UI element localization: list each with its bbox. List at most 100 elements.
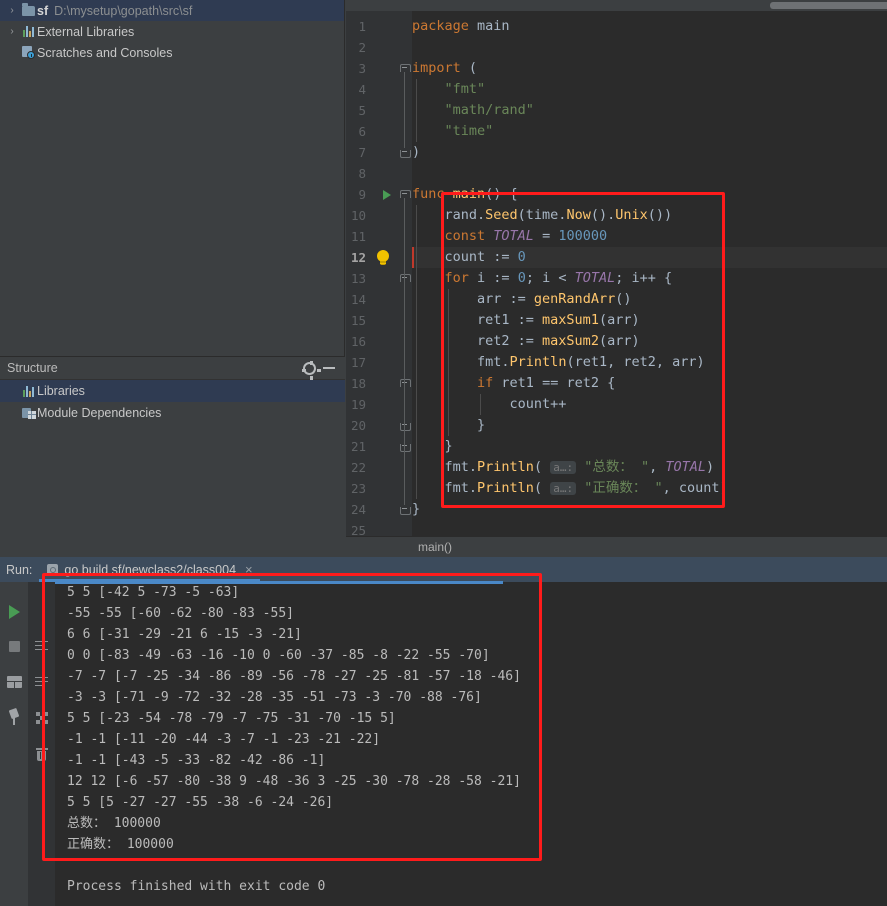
- code-line[interactable]: func main() {: [412, 184, 887, 205]
- fold-toggle-icon[interactable]: [399, 373, 411, 394]
- console-line: -7 -7 [-7 -25 -34 -86 -89 -56 -78 -27 -2…: [67, 669, 521, 684]
- fold-toggle-icon[interactable]: [399, 415, 411, 436]
- line-number: 13: [350, 271, 366, 286]
- expand-arrow-icon[interactable]: ›: [4, 21, 20, 42]
- code-token: fmt.: [412, 480, 478, 496]
- console-scroll-indicator[interactable]: [55, 581, 503, 584]
- project-item-name: Scratches and Consoles: [37, 45, 173, 60]
- project-tree-item-external-libraries[interactable]: › External Libraries: [0, 21, 344, 42]
- code-line[interactable]: fmt.Println( a…: "正确数： ", count): [412, 478, 887, 499]
- code-line[interactable]: }: [412, 499, 887, 520]
- code-line[interactable]: import (: [412, 58, 887, 79]
- fold-toggle-icon[interactable]: [399, 268, 411, 289]
- code-token: , count): [662, 480, 728, 496]
- code-line[interactable]: ret1 := maxSum1(arr): [412, 310, 887, 331]
- code-line[interactable]: const TOTAL = 100000: [412, 226, 887, 247]
- structure-item-libraries[interactable]: Libraries: [0, 380, 345, 402]
- console-line: -3 -3 [-71 -9 -72 -32 -28 -35 -51 -73 -3…: [67, 690, 482, 705]
- stop-button[interactable]: [0, 629, 28, 664]
- run-toolbar: [0, 582, 28, 906]
- console-line: 0 0 [-83 -49 -63 -16 -10 0 -60 -37 -85 -…: [67, 648, 490, 663]
- code-line[interactable]: arr := genRandArr(): [412, 289, 887, 310]
- line-number: 7: [358, 145, 366, 160]
- line-number: 18: [350, 376, 366, 391]
- code-line[interactable]: count := 0: [412, 247, 887, 268]
- code-token: genRandArr: [533, 291, 616, 307]
- code-line[interactable]: ret2 := maxSum2(arr): [412, 331, 887, 352]
- code-line[interactable]: "time": [412, 121, 887, 142]
- code-line[interactable]: package main: [412, 16, 887, 37]
- line-number: 9: [358, 187, 366, 202]
- code-token: ; i <: [525, 270, 575, 286]
- code-token: }: [412, 438, 453, 454]
- structure-item-module-dependencies[interactable]: Module Dependencies: [0, 402, 345, 424]
- project-item-name: sf: [37, 3, 49, 18]
- scroll-to-end-button[interactable]: [28, 664, 55, 700]
- code-line[interactable]: [412, 163, 887, 184]
- project-tree-item-sf[interactable]: › sf D:\mysetup\gopath\src\sf: [0, 0, 344, 21]
- editor-horizontal-scrollbar[interactable]: [345, 0, 887, 11]
- code-line[interactable]: }: [412, 415, 887, 436]
- code-text-area[interactable]: package main import ( "fmt" "math/rand" "…: [412, 11, 887, 536]
- run-config-icon: [46, 563, 59, 576]
- code-line[interactable]: if ret1 == ret2 {: [412, 373, 887, 394]
- code-token: maxSum2: [542, 333, 599, 349]
- code-editor[interactable]: 1 2 3 4 5 6 7 8 9 10 11 12 13 14 15 16 17 18 19 20 21 22 23 24 2…: [346, 11, 887, 538]
- intention-bulb-icon[interactable]: [376, 250, 390, 266]
- run-gutter-icon[interactable]: [383, 190, 391, 200]
- clear-all-button[interactable]: [28, 736, 55, 772]
- rerun-button[interactable]: [0, 594, 28, 629]
- layout-button[interactable]: [0, 664, 28, 699]
- code-token: fmt.: [412, 459, 478, 475]
- project-tree-item-scratches[interactable]: Scratches and Consoles: [0, 42, 344, 63]
- console-line: -55 -55 [-60 -62 -80 -83 -55]: [67, 606, 294, 621]
- code-line[interactable]: "fmt": [412, 79, 887, 100]
- code-line[interactable]: [412, 37, 887, 58]
- code-token: "time": [444, 123, 494, 139]
- code-line[interactable]: count++: [412, 394, 887, 415]
- fold-toggle-icon[interactable]: [399, 436, 411, 457]
- code-token: 0: [517, 249, 526, 265]
- code-token: func: [412, 186, 445, 202]
- close-icon[interactable]: ×: [245, 562, 253, 577]
- fold-toggle-icon[interactable]: [399, 499, 411, 520]
- line-number: 2: [358, 40, 366, 55]
- console-output[interactable]: 5 5 [-42 5 -73 -5 -63] -55 -55 [-60 -62 -…: [55, 582, 887, 906]
- code-line[interactable]: }: [412, 436, 887, 457]
- structure-item-label: Libraries: [37, 384, 85, 398]
- line-number: 24: [350, 502, 366, 517]
- breadcrumb[interactable]: main(): [346, 536, 887, 557]
- indent-guide: [416, 79, 417, 142]
- expand-arrow-icon[interactable]: ›: [4, 0, 20, 21]
- console-line: 5 5 [5 -27 -27 -55 -38 -6 -24 -26]: [67, 795, 334, 810]
- run-tab-go-build[interactable]: go build sf/newclass2/class004 ×: [39, 557, 260, 582]
- line-number: 12: [350, 250, 366, 265]
- code-token: TOTAL: [574, 270, 616, 286]
- pin-icon: [7, 707, 21, 725]
- code-line[interactable]: ): [412, 142, 887, 163]
- code-token: 0: [517, 270, 526, 286]
- code-token: ().: [590, 207, 616, 223]
- fold-toggle-icon[interactable]: [399, 58, 411, 79]
- fold-toggle-icon[interactable]: [399, 184, 411, 205]
- line-number: 16: [350, 334, 366, 349]
- code-line[interactable]: fmt.Println( a…: "总数： ", TOTAL): [412, 457, 887, 478]
- line-number: 23: [350, 481, 366, 496]
- code-line[interactable]: for i := 0; i < TOTAL; i++ {: [412, 268, 887, 289]
- editor-gutter[interactable]: 1 2 3 4 5 6 7 8 9 10 11 12 13 14 15 16 17 18 19 20 21 22 23 24 2…: [346, 11, 412, 538]
- code-token: ret2 :=: [412, 333, 543, 349]
- gear-icon[interactable]: [299, 358, 321, 380]
- pin-tab-button[interactable]: [0, 699, 28, 734]
- fold-toggle-icon[interactable]: [399, 142, 411, 163]
- code-line[interactable]: "math/rand": [412, 100, 887, 121]
- scrollbar-thumb[interactable]: [770, 2, 887, 9]
- indent-guide: [480, 394, 481, 415]
- code-line[interactable]: fmt.Println(ret1, ret2, arr): [412, 352, 887, 373]
- code-token: "math/rand": [444, 102, 534, 118]
- code-line[interactable]: rand.Seed(time.Now().Unix()): [412, 205, 887, 226]
- print-button[interactable]: [28, 700, 55, 736]
- line-number: 20: [350, 418, 366, 433]
- soft-wrap-button[interactable]: [28, 628, 55, 664]
- libraries-icon: [20, 385, 37, 397]
